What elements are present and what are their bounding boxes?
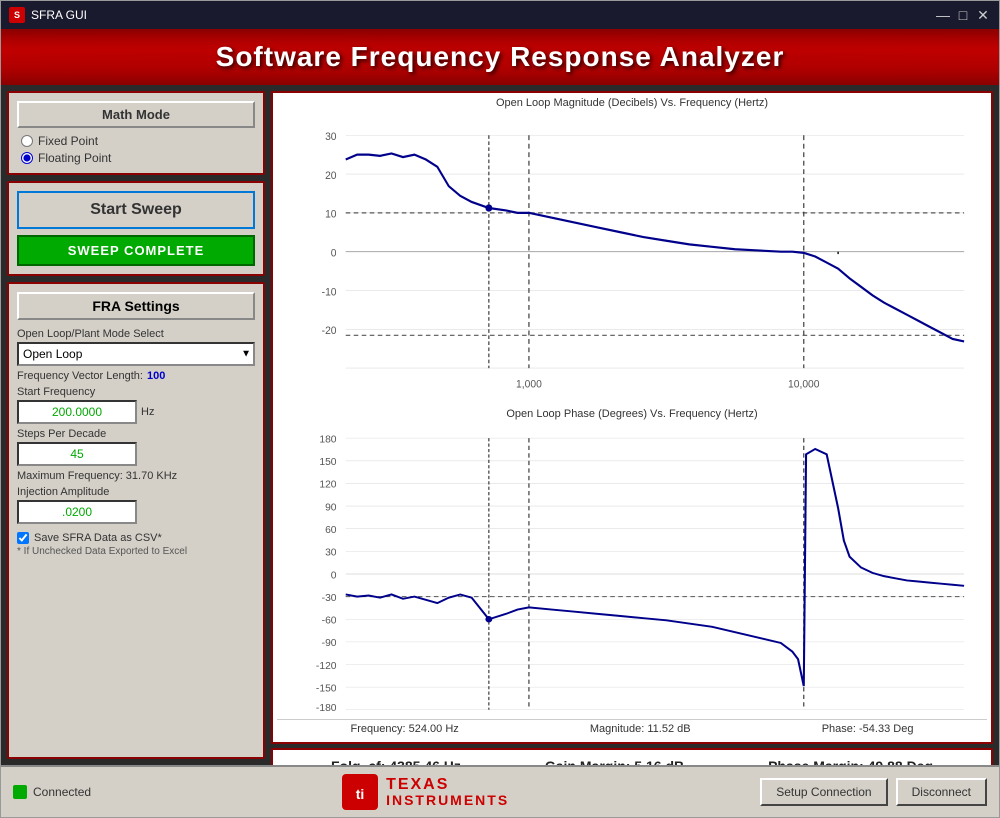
svg-text:-120: -120 xyxy=(316,661,337,672)
metrics-bar: Folg_cf: 4385.46 Hz Gain Margin: 5.16 dB… xyxy=(271,748,993,765)
floating-point-label: Floating Point xyxy=(38,151,111,165)
steps-row xyxy=(17,442,255,466)
svg-text:10: 10 xyxy=(325,208,337,220)
phase-chart-title: Open Loop Phase (Degrees) Vs. Frequency … xyxy=(277,408,987,420)
mode-select-label: Open Loop/Plant Mode Select xyxy=(17,328,255,340)
bottom-buttons: Setup Connection Disconnect xyxy=(760,778,987,806)
folg-cf-metric: Folg_cf: 4385.46 Hz xyxy=(331,758,461,765)
main-content: Math Mode Fixed Point Floating Point Sta… xyxy=(1,85,999,765)
ti-logo-content: ti TEXAS INSTRUMENTS xyxy=(342,774,509,810)
math-mode-button[interactable]: Math Mode xyxy=(17,101,255,128)
save-csv-note: * If Unchecked Data Exported to Excel xyxy=(17,546,255,557)
window-controls: — □ ✕ xyxy=(935,7,991,23)
sweep-complete-status: SWEEP COMPLETE xyxy=(17,235,255,266)
gain-margin-metric: Gain Margin: 5.16 dB xyxy=(545,758,684,765)
freq-vector-label: Frequency Vector Length: xyxy=(17,370,143,382)
svg-text:1,000: 1,000 xyxy=(516,378,542,390)
start-freq-unit: Hz xyxy=(141,406,154,418)
svg-text:150: 150 xyxy=(319,457,337,468)
app-title: Software Frequency Response Analyzer xyxy=(1,41,999,73)
svg-text:-150: -150 xyxy=(316,684,337,695)
title-bar: S SFRA GUI — □ ✕ xyxy=(1,1,999,29)
fixed-point-label: Fixed Point xyxy=(38,134,98,148)
sweep-section: Start Sweep SWEEP COMPLETE xyxy=(7,181,265,276)
left-panel: Math Mode Fixed Point Floating Point Sta… xyxy=(7,91,265,759)
cursor-magnitude: Magnitude: 11.52 dB xyxy=(590,723,691,735)
svg-text:20: 20 xyxy=(325,170,337,182)
minimize-button[interactable]: — xyxy=(935,7,951,23)
steps-input[interactable] xyxy=(17,442,137,466)
mode-select[interactable]: Open Loop Plant Mode xyxy=(17,342,255,366)
floating-point-radio[interactable] xyxy=(21,152,33,164)
fixed-point-radio[interactable] xyxy=(21,135,33,147)
svg-text:30: 30 xyxy=(325,548,337,559)
save-csv-label: Save SFRA Data as CSV* xyxy=(34,532,162,544)
injection-row xyxy=(17,500,255,524)
max-freq-display: Maximum Frequency: 31.70 KHz xyxy=(17,470,255,482)
start-freq-input[interactable] xyxy=(17,400,137,424)
maximize-button[interactable]: □ xyxy=(955,7,971,23)
status-indicator xyxy=(13,785,27,799)
phase-margin-metric: Phase Margin: 49.88 Deg xyxy=(768,758,933,765)
start-freq-row: Hz xyxy=(17,400,255,424)
freq-vector-value: 100 xyxy=(147,370,165,382)
svg-text:-60: -60 xyxy=(322,616,337,627)
svg-text:10,000: 10,000 xyxy=(788,378,820,390)
floating-point-option[interactable]: Floating Point xyxy=(21,151,255,165)
svg-text:90: 90 xyxy=(325,503,337,514)
fixed-point-option[interactable]: Fixed Point xyxy=(21,134,255,148)
setup-connection-button[interactable]: Setup Connection xyxy=(760,778,887,806)
injection-input[interactable] xyxy=(17,500,137,524)
ti-instruments-text: INSTRUMENTS xyxy=(386,793,509,808)
cursor-phase: Phase: -54.33 Deg xyxy=(822,723,914,735)
svg-text:180: 180 xyxy=(319,435,337,446)
magnitude-chart-svg: 30 20 10 0 -10 -20 1,000 10,000 xyxy=(277,111,987,402)
ti-badge-icon: ti xyxy=(342,774,378,810)
svg-text:60: 60 xyxy=(325,525,337,536)
fra-settings-section: FRA Settings Open Loop/Plant Mode Select… xyxy=(7,282,265,759)
status-text: Connected xyxy=(33,785,91,799)
ti-logo: ti TEXAS INSTRUMENTS xyxy=(342,774,509,810)
save-csv-checkbox[interactable] xyxy=(17,532,29,544)
svg-text:-30: -30 xyxy=(322,593,337,604)
svg-text:-10: -10 xyxy=(322,286,337,298)
svg-text:0: 0 xyxy=(331,247,337,259)
svg-text:-180: -180 xyxy=(316,703,337,713)
save-csv-row: Save SFRA Data as CSV* xyxy=(17,532,255,544)
disconnect-button[interactable]: Disconnect xyxy=(896,778,987,806)
main-window: S SFRA GUI — □ ✕ Software Frequency Resp… xyxy=(0,0,1000,818)
start-freq-label: Start Frequency xyxy=(17,386,255,398)
ti-logo-svg: ti xyxy=(345,777,375,807)
svg-text:-20: -20 xyxy=(322,325,337,337)
bottom-bar: Connected ti TEXAS INSTRUMENTS Setup Con… xyxy=(1,765,999,817)
ti-text-block: TEXAS INSTRUMENTS xyxy=(386,776,509,809)
svg-text:-90: -90 xyxy=(322,638,337,649)
math-mode-radio-group: Fixed Point Floating Point xyxy=(17,134,255,165)
close-button[interactable]: ✕ xyxy=(975,7,991,23)
header-banner: Software Frequency Response Analyzer xyxy=(1,29,999,85)
mode-dropdown-wrapper: Open Loop Plant Mode ▼ xyxy=(17,342,255,366)
ti-texas-text: TEXAS xyxy=(386,776,509,794)
right-panel: Open Loop Magnitude (Decibels) Vs. Frequ… xyxy=(271,91,993,759)
charts-area: Open Loop Magnitude (Decibels) Vs. Frequ… xyxy=(271,91,993,744)
magnitude-chart: Open Loop Magnitude (Decibels) Vs. Frequ… xyxy=(277,97,987,406)
connection-status: Connected xyxy=(13,785,91,799)
window-title: SFRA GUI xyxy=(31,8,935,22)
svg-text:30: 30 xyxy=(325,131,337,143)
injection-label: Injection Amplitude xyxy=(17,486,255,498)
app-icon: S xyxy=(9,7,25,23)
fra-settings-title: FRA Settings xyxy=(17,292,255,320)
cursor-info-bar: Frequency: 524.00 Hz Magnitude: 11.52 dB… xyxy=(277,719,987,738)
svg-text:0: 0 xyxy=(331,571,337,582)
cursor-frequency: Frequency: 524.00 Hz xyxy=(351,723,459,735)
svg-text:ti: ti xyxy=(356,786,365,802)
steps-label: Steps Per Decade xyxy=(17,428,255,440)
svg-text:120: 120 xyxy=(319,480,337,491)
phase-chart: Open Loop Phase (Degrees) Vs. Frequency … xyxy=(277,408,987,717)
magnitude-chart-title: Open Loop Magnitude (Decibels) Vs. Frequ… xyxy=(277,97,987,109)
phase-chart-svg: 180 150 120 90 60 30 0 -30 -60 -90 -120 … xyxy=(277,422,987,713)
freq-vector-row: Frequency Vector Length: 100 xyxy=(17,370,255,382)
math-mode-section: Math Mode Fixed Point Floating Point xyxy=(7,91,265,175)
start-sweep-button[interactable]: Start Sweep xyxy=(17,191,255,229)
